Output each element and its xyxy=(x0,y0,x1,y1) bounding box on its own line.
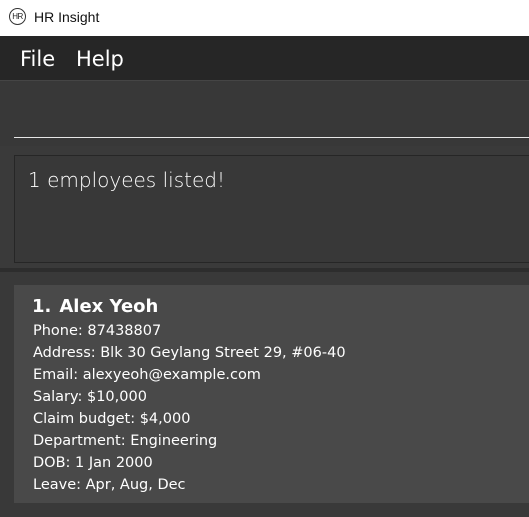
employee-phone: Phone: 87438807 xyxy=(33,323,162,339)
menu-bar: File Help xyxy=(0,36,529,80)
employee-address: Address: Blk 30 Geylang Street 29, #06-4… xyxy=(33,345,346,361)
employee-claim-budget: Claim budget: $4,000 xyxy=(33,411,191,427)
command-input[interactable] xyxy=(14,98,529,138)
employee-salary: Salary: $10,000 xyxy=(33,389,147,405)
employee-index: 1. xyxy=(32,296,52,317)
employee-email: Email: alexyeoh@example.com xyxy=(33,367,261,383)
menu-file[interactable]: File xyxy=(20,47,55,71)
employee-department: Department: Engineering xyxy=(33,433,218,449)
window-title-bar: HR HR Insight xyxy=(0,0,529,36)
menu-help[interactable]: Help xyxy=(76,47,124,71)
employee-name: 1. Alex Yeoh xyxy=(32,296,158,317)
employee-card[interactable]: 1. Alex Yeoh Phone: 87438807 Address: Blk… xyxy=(14,285,529,503)
result-display: 1 employees listed! xyxy=(14,155,529,263)
employee-name-text: Alex Yeoh xyxy=(59,296,159,317)
employee-dob: DOB: 1 Jan 2000 xyxy=(33,455,153,471)
window-title: HR Insight xyxy=(34,9,100,25)
employee-list-panel[interactable]: 1. Alex Yeoh Phone: 87438807 Address: Blk… xyxy=(0,272,529,517)
hr-logo-icon: HR xyxy=(9,8,26,25)
result-message: 1 employees listed! xyxy=(28,168,225,192)
employee-leave: Leave: Apr, Aug, Dec xyxy=(33,477,186,493)
